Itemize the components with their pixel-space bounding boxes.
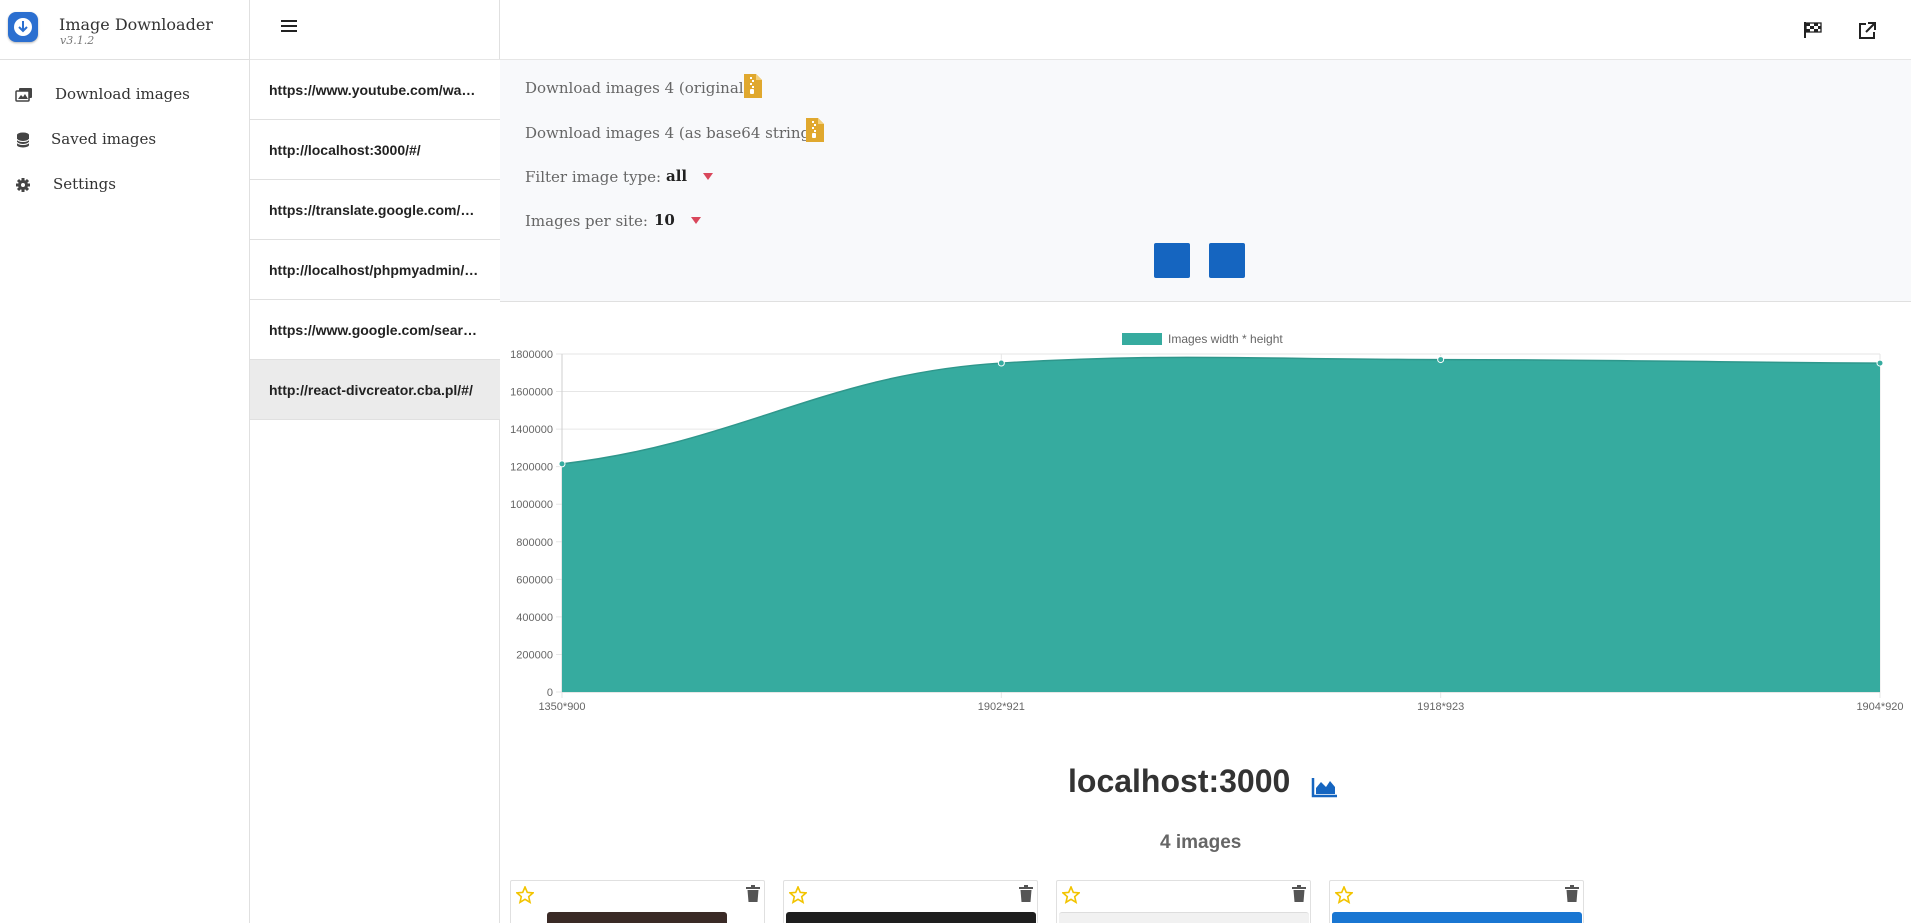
image-card[interactable]: [1329, 880, 1584, 923]
download-logo-icon: [8, 12, 38, 42]
sidebar-item-label: Settings: [53, 175, 116, 193]
area-chart: 0 200000 400000 600000 800000 1000000 1200000 1…: [510, 332, 1903, 713]
image-thumbnail[interactable]: [1332, 912, 1582, 923]
app-title: Image Downloader: [59, 15, 213, 34]
legend-label: Images width * height: [1168, 332, 1283, 346]
zip-file-icon[interactable]: [806, 118, 824, 142]
images-icon: [15, 88, 32, 102]
images-count: 4 images: [1160, 832, 1242, 853]
y-tick-label: 400000: [516, 612, 553, 624]
x-tick-label: 1350*900: [538, 701, 585, 713]
hamburger-menu-icon[interactable]: [281, 20, 297, 36]
sidebar-item-settings[interactable]: Settings: [0, 167, 250, 203]
action-button-2[interactable]: [1209, 243, 1245, 278]
x-tick-label: 1918*923: [1417, 701, 1464, 713]
y-tick-label: 1400000: [510, 424, 553, 436]
sidebar-item-label: Download images: [55, 85, 190, 103]
download-original-label[interactable]: Download images 4 (original): [525, 79, 749, 97]
sidebar-item-saved-images[interactable]: Saved images: [0, 122, 250, 158]
url-list-item-active[interactable]: http://react-divcreator.cba.pl/#/: [250, 360, 500, 420]
star-icon[interactable]: [1335, 886, 1353, 904]
trash-icon[interactable]: [1565, 885, 1579, 902]
gear-icon: [16, 178, 30, 192]
x-tick-label: 1902*921: [978, 701, 1025, 713]
filter-type-label: Filter image type:: [525, 168, 662, 186]
data-point: [1876, 359, 1884, 367]
checkered-flag-icon[interactable]: [1803, 21, 1823, 39]
filter-type-select[interactable]: all: [666, 167, 687, 185]
download-base64-label[interactable]: Download images 4 (as base64 string): [525, 124, 816, 142]
star-icon[interactable]: [516, 886, 534, 904]
external-link-icon[interactable]: [1857, 21, 1877, 41]
trash-icon[interactable]: [1292, 885, 1306, 902]
star-icon[interactable]: [1062, 886, 1080, 904]
sidebar-item-download-images[interactable]: Download images: [0, 77, 250, 113]
site-title: localhost:3000: [1068, 763, 1291, 799]
image-card[interactable]: [1056, 880, 1311, 923]
data-point: [1437, 356, 1445, 364]
zip-file-icon[interactable]: [744, 74, 762, 98]
image-card[interactable]: [783, 880, 1038, 923]
caret-down-icon[interactable]: [691, 217, 701, 224]
trash-icon[interactable]: [746, 885, 760, 902]
y-tick-label: 1600000: [510, 387, 553, 399]
star-icon[interactable]: [789, 886, 807, 904]
y-tick-label: 0: [547, 687, 553, 699]
series-area: [562, 357, 1880, 692]
url-list-item[interactable]: https://www.youtube.com/watch?v=: [250, 60, 500, 120]
sidebar: Image Downloader v3.1.2 Download images …: [0, 0, 250, 923]
y-tick-label: 200000: [516, 649, 553, 661]
url-list-item[interactable]: http://localhost/phpmyadmin/tbl_: [250, 240, 500, 300]
image-card[interactable]: [510, 880, 765, 923]
y-tick-label: 800000: [516, 537, 553, 549]
y-tick-label: 600000: [516, 574, 553, 586]
url-list-item[interactable]: http://localhost:3000/#/: [250, 120, 500, 180]
x-tick-label: 1904*920: [1856, 701, 1903, 713]
data-point: [997, 359, 1005, 367]
per-site-select[interactable]: 10: [654, 211, 675, 229]
url-list-item[interactable]: https://translate.google.com/?hl=: [250, 180, 500, 240]
app-version: v3.1.2: [60, 34, 95, 47]
area-chart-icon[interactable]: [1311, 776, 1339, 798]
y-tick-label: 1000000: [510, 499, 553, 511]
action-button-1[interactable]: [1154, 243, 1190, 278]
sidebar-item-label: Saved images: [51, 130, 157, 148]
y-tick-label: 1800000: [510, 349, 553, 361]
per-site-label: Images per site:: [525, 212, 648, 230]
caret-down-icon[interactable]: [703, 173, 713, 180]
url-list-item[interactable]: https://www.google.com/search?q=: [250, 300, 500, 360]
data-point: [558, 460, 566, 468]
image-thumbnail[interactable]: [1059, 912, 1309, 923]
brand-header: Image Downloader v3.1.2: [0, 0, 250, 60]
legend-swatch: [1122, 333, 1162, 345]
image-thumbnail[interactable]: [547, 912, 727, 923]
chart-container: 0 200000 400000 600000 800000 1000000 1200000 1…: [500, 303, 1911, 723]
trash-icon[interactable]: [1019, 885, 1033, 902]
y-tick-label: 1200000: [510, 462, 553, 474]
image-thumbnail[interactable]: [786, 912, 1036, 923]
database-icon: [16, 132, 30, 148]
